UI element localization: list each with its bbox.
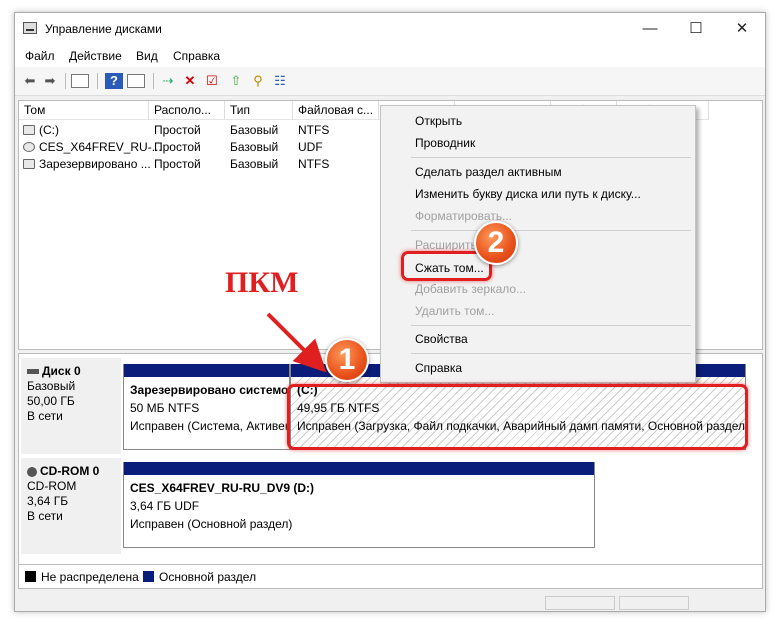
menu-item-add-mirror: Добавить зеркало... (415, 282, 527, 296)
partition-reserved[interactable]: Зарезервировано системой 50 МБ NTFS Испр… (123, 364, 290, 450)
volume-name: (C:) (39, 123, 59, 137)
partition-size: 50 МБ NTFS (130, 401, 200, 415)
column-type[interactable]: Тип (225, 101, 293, 120)
volume-fs: NTFS (298, 157, 330, 171)
menu-item-explore[interactable]: Проводник (415, 136, 475, 150)
legend-primary: Основной раздел (159, 570, 257, 584)
partition-title: Зарезервировано системой (130, 383, 289, 397)
pkm-annotation: ПКМ (225, 266, 299, 299)
toolbar-separator (153, 73, 154, 89)
menu-item-help[interactable]: Справка (415, 361, 462, 375)
menu-item-delete: Удалить том... (415, 304, 495, 318)
toolbar: ⬅ ➡ ? ⇢ ✕ ☑ ⇧ ⚲ ☷ (15, 67, 765, 96)
disk-icon (27, 369, 39, 375)
partition-d[interactable]: CES_X64FREV_RU-RU_DV9 (D:) 3,64 ГБ UDF И… (123, 462, 595, 548)
disk-name: CD-ROM 0 (40, 464, 100, 478)
delete-icon[interactable]: ✕ (181, 72, 199, 90)
window-title: Управление дисками (45, 22, 162, 36)
volume-type: Базовый (230, 157, 279, 171)
minimize-button[interactable]: — (627, 13, 673, 45)
disk-state: В сети (27, 509, 63, 523)
menu-view[interactable]: Вид (136, 49, 158, 63)
status-bar (15, 593, 765, 611)
volume-name: Зарезервировано ... (39, 157, 151, 171)
menu-bar: Файл Действие Вид Справка (15, 45, 765, 67)
toolbar-separator (97, 73, 98, 89)
volume-layout: Простой (154, 140, 201, 154)
properties-icon[interactable]: ☷ (271, 72, 289, 90)
legend: Не распределена Основной раздел (18, 565, 763, 589)
drive-icon (23, 159, 35, 169)
volume-name: CES_X64FREV_RU-... (39, 140, 162, 154)
search-icon[interactable]: ⚲ (249, 72, 267, 90)
disk-kind: CD-ROM (27, 479, 77, 493)
close-button[interactable]: ✕ (719, 13, 765, 45)
menu-item-change-letter[interactable]: Изменить букву диска или путь к диску... (415, 187, 641, 201)
menu-separator (411, 353, 691, 354)
checkmark-icon[interactable]: ☑ (203, 72, 221, 90)
menu-item-properties[interactable]: Свойства (415, 332, 468, 346)
menu-help[interactable]: Справка (173, 49, 220, 63)
status-segment (545, 596, 615, 610)
partition-c-highlight (287, 384, 748, 450)
help-icon[interactable]: ? (105, 73, 123, 89)
disk-management-icon (23, 22, 37, 34)
connect-icon[interactable]: ⇢ (159, 72, 177, 90)
step-2-badge: 2 (474, 221, 518, 265)
toolbar-separator (65, 73, 66, 89)
column-layout[interactable]: Располо... (149, 101, 225, 120)
volume-fs: UDF (298, 140, 323, 154)
legend-unallocated: Не распределена (41, 570, 139, 584)
show-pane-icon[interactable] (127, 74, 145, 88)
drive-icon (23, 125, 35, 135)
partition-status: Исправен (Основной раздел) (130, 517, 293, 531)
unallocated-swatch (25, 571, 36, 582)
menu-separator (411, 230, 691, 231)
cd-drive-icon (23, 142, 35, 152)
disk-size: 50,00 ГБ (27, 394, 75, 408)
column-filesystem[interactable]: Файловая с... (293, 101, 379, 120)
context-menu: Открыть Проводник Сделать раздел активны… (380, 105, 696, 383)
maximize-button[interactable]: ☐ (673, 13, 719, 45)
console-tree-icon[interactable] (71, 74, 89, 88)
volume-type: Базовый (230, 123, 279, 137)
disk-state: В сети (27, 409, 63, 423)
status-segment (619, 596, 689, 610)
menu-separator (411, 157, 691, 158)
disk-kind: Базовый (27, 379, 76, 393)
column-volume[interactable]: Том (19, 101, 149, 120)
step-1-badge: 1 (325, 338, 369, 382)
menu-item-open[interactable]: Открыть (415, 114, 462, 128)
volume-layout: Простой (154, 157, 201, 171)
disk-name: Диск 0 (42, 364, 81, 378)
partition-title: CES_X64FREV_RU-RU_DV9 (D:) (130, 481, 315, 495)
volume-type: Базовый (230, 140, 279, 154)
menu-action[interactable]: Действие (69, 49, 122, 63)
primary-partition-bar (124, 462, 594, 475)
primary-partition-bar (124, 364, 289, 377)
menu-item-mark-active[interactable]: Сделать раздел активным (415, 165, 562, 179)
menu-separator (411, 325, 691, 326)
cdrom-0-label[interactable]: CD-ROM 0 CD-ROM 3,64 ГБ В сети (21, 458, 121, 554)
forward-arrow-icon[interactable]: ➡ (41, 72, 59, 90)
disk-size: 3,64 ГБ (27, 494, 69, 508)
disk-0-label[interactable]: Диск 0 Базовый 50,00 ГБ В сети (21, 358, 121, 454)
volume-layout: Простой (154, 123, 201, 137)
cd-icon (27, 466, 37, 477)
back-arrow-icon[interactable]: ⬅ (21, 72, 39, 90)
menu-file[interactable]: Файл (25, 49, 55, 63)
primary-swatch (143, 571, 154, 582)
partition-size: 3,64 ГБ UDF (130, 499, 200, 513)
up-folder-icon[interactable]: ⇧ (227, 72, 245, 90)
title-bar: Управление дисками — ☐ ✕ (15, 13, 765, 45)
volume-fs: NTFS (298, 123, 330, 137)
partition-status: Исправен (Система, Активен, Основной раз… (130, 419, 289, 433)
